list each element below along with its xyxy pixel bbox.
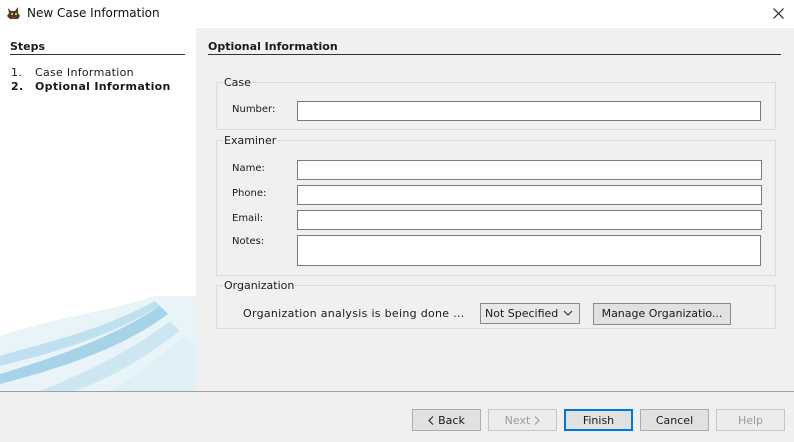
step-number: 1. bbox=[11, 66, 23, 79]
organization-group: Organization Organization analysis is be… bbox=[216, 279, 776, 329]
steps-panel: Steps 1. Case Information 2. Optional Info… bbox=[0, 28, 196, 391]
close-icon bbox=[772, 7, 784, 19]
case-group: Case Number: bbox=[216, 76, 776, 130]
organization-select[interactable]: Not Specified bbox=[480, 303, 580, 324]
next-label: Next bbox=[504, 413, 531, 427]
header-divider bbox=[208, 54, 781, 55]
case-group-title: Case bbox=[223, 76, 252, 89]
back-button[interactable]: Back bbox=[412, 409, 481, 431]
steps-divider bbox=[10, 54, 185, 55]
examiner-group: Examiner Name: Phone: Email: Notes: bbox=[216, 134, 776, 276]
chevron-right-icon bbox=[534, 415, 541, 425]
main-panel: Optional Information Case Number: Examin… bbox=[196, 28, 794, 391]
examiner-notes-textarea[interactable] bbox=[297, 235, 761, 266]
examiner-phone-input[interactable] bbox=[297, 185, 762, 205]
step-case-information: 1. Case Information bbox=[11, 66, 134, 79]
decorative-swoosh bbox=[0, 296, 196, 391]
close-button[interactable] bbox=[762, 0, 794, 26]
step-number: 2. bbox=[11, 80, 24, 93]
back-label: Back bbox=[438, 413, 465, 427]
dog-icon bbox=[7, 7, 20, 19]
cancel-button[interactable]: Cancel bbox=[640, 409, 709, 431]
button-bar: Back Next Finish Cancel Help bbox=[0, 392, 794, 442]
examiner-name-input[interactable] bbox=[297, 160, 762, 180]
next-button[interactable]: Next bbox=[488, 409, 557, 431]
steps-header: Steps bbox=[10, 40, 46, 53]
name-label: Name: bbox=[232, 163, 265, 174]
chevron-down-icon bbox=[563, 310, 573, 316]
examiner-group-title: Examiner bbox=[223, 134, 278, 147]
step-optional-information: 2. Optional Information bbox=[11, 80, 171, 93]
organization-group-title: Organization bbox=[223, 279, 296, 292]
chevron-left-icon bbox=[428, 415, 434, 425]
examiner-email-input[interactable] bbox=[297, 210, 762, 230]
case-number-input[interactable] bbox=[297, 101, 761, 121]
email-label: Email: bbox=[232, 213, 264, 224]
organization-selected-value: Not Specified bbox=[485, 307, 559, 320]
notes-label: Notes: bbox=[232, 236, 265, 247]
manage-organization-button[interactable]: Manage Organizatio... bbox=[593, 303, 731, 325]
organization-analysis-text: Organization analysis is being done ... bbox=[243, 307, 465, 320]
step-label: Case Information bbox=[35, 66, 134, 79]
page-title: Optional Information bbox=[208, 40, 338, 53]
step-label: Optional Information bbox=[35, 80, 171, 93]
title-bar: New Case Information bbox=[0, 0, 794, 28]
phone-label: Phone: bbox=[232, 188, 267, 199]
window-title: New Case Information bbox=[27, 6, 160, 20]
help-button[interactable]: Help bbox=[716, 409, 785, 431]
number-label: Number: bbox=[232, 104, 276, 115]
finish-button[interactable]: Finish bbox=[564, 409, 633, 431]
